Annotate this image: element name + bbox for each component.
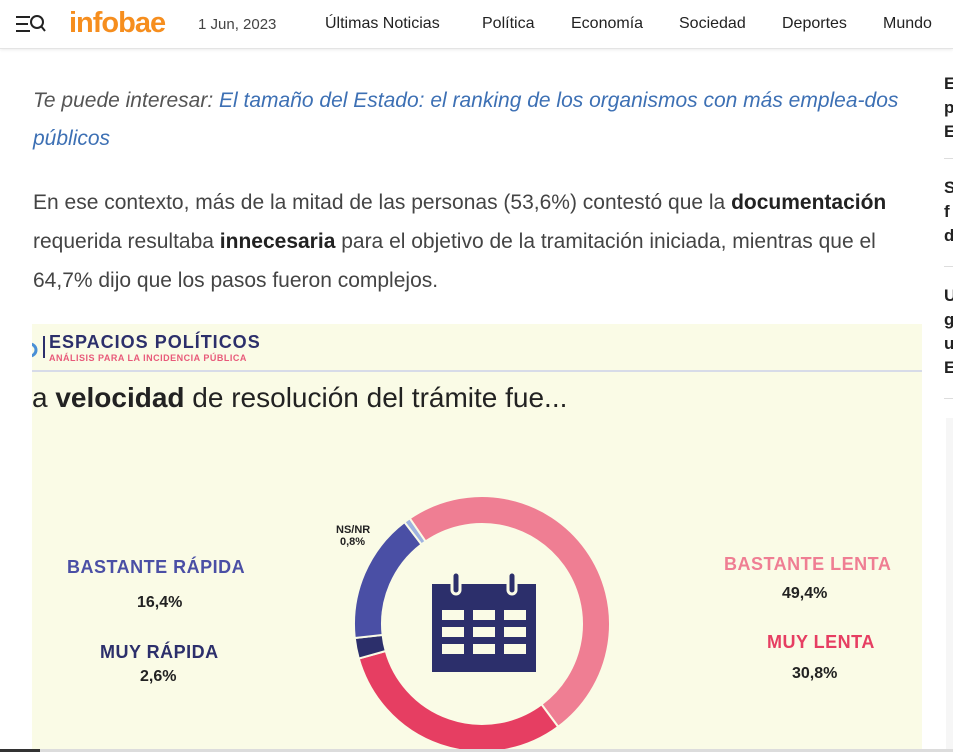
nav-politica[interactable]: Política bbox=[482, 15, 534, 33]
top-header: infobae 1 Jun, 2023 Últimas Noticias Pol… bbox=[0, 0, 953, 49]
label-muy-lenta: MUY LENTA bbox=[767, 632, 875, 652]
related-link-paragraph: Te puede interesar: El tamaño del Estado… bbox=[33, 82, 913, 158]
para-bold-documentacion: documentación bbox=[731, 191, 887, 214]
brand-subtitle: ANÁLISIS PARA LA INCIDENCIA PÚBLICA bbox=[49, 353, 247, 363]
nav-sociedad[interactable]: Sociedad bbox=[679, 15, 746, 33]
nav-economia[interactable]: Economía bbox=[571, 15, 643, 33]
sidebar-ad-box bbox=[946, 418, 953, 752]
label-muy-rapida: MUY RÁPIDA bbox=[100, 642, 219, 662]
nav-deportes[interactable]: Deportes bbox=[782, 15, 847, 33]
headline-text: a bbox=[32, 382, 56, 413]
nav-ultimas-noticias[interactable]: Últimas Noticias bbox=[325, 15, 440, 33]
value-bastante-lenta: 49,4% bbox=[782, 585, 828, 602]
nav-mundo[interactable]: Mundo bbox=[883, 15, 932, 33]
calendar-icon bbox=[432, 570, 536, 672]
infographic-brand: ESPACIOS POLÍTICOS ANÁLISIS PARA LA INCI… bbox=[32, 324, 922, 370]
sidebar-news-item[interactable]: S f d bbox=[944, 176, 953, 248]
label-bastante-lenta: BASTANTE LENTA bbox=[724, 554, 892, 574]
slice-bastante-rapida bbox=[353, 520, 423, 640]
brand-mark-icon bbox=[32, 342, 38, 358]
article-paragraph: En ese contexto, más de la mitad de las … bbox=[33, 183, 913, 300]
brand-divider bbox=[32, 370, 922, 372]
value-bastante-rapida: 16,4% bbox=[137, 594, 183, 611]
infographic-headline: a velocidad de resolución del trámite fu… bbox=[32, 382, 567, 414]
headline-bold: velocidad bbox=[55, 382, 185, 413]
para-text: En ese contexto, más de la mitad de las … bbox=[33, 191, 726, 214]
brand-title: ESPACIOS POLÍTICOS bbox=[49, 332, 261, 352]
donut-chart bbox=[353, 495, 612, 752]
value-muy-lenta: 30,8% bbox=[792, 665, 838, 682]
infographic-image: ESPACIOS POLÍTICOS ANÁLISIS PARA LA INCI… bbox=[32, 324, 922, 752]
sidebar-divider bbox=[944, 398, 953, 399]
headline-text: de resolución del trámite fue... bbox=[184, 382, 568, 413]
brand-separator bbox=[43, 336, 45, 358]
sidebar-related-news: E p E S f d U g u E bbox=[944, 48, 953, 752]
infobae-logo[interactable]: infobae bbox=[69, 7, 166, 40]
sidebar-news-item[interactable]: U g u E bbox=[944, 284, 953, 380]
sidebar-news-item[interactable]: E p E bbox=[944, 72, 953, 144]
label-bastante-rapida: BASTANTE RÁPIDA bbox=[67, 557, 246, 577]
related-prefix: Te puede interesar: bbox=[33, 89, 214, 112]
sidebar-divider bbox=[944, 158, 953, 159]
value-muy-rapida: 2,6% bbox=[140, 668, 177, 685]
sidebar-divider bbox=[944, 266, 953, 267]
para-bold-innecesaria: innecesaria bbox=[219, 230, 336, 253]
menu-search-icon[interactable] bbox=[16, 14, 46, 36]
header-date: 1 Jun, 2023 bbox=[198, 16, 277, 33]
para-text: requerida resultaba bbox=[33, 230, 220, 253]
